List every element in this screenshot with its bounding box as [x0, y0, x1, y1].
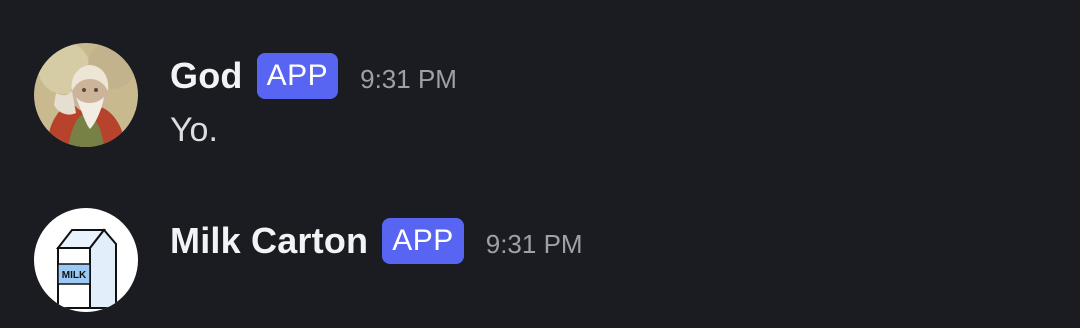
username[interactable]: God	[170, 54, 243, 98]
app-badge: APP	[256, 53, 339, 99]
milk-label: MILK	[62, 270, 87, 281]
message-list: God APP 9:31 PM Yo. MILK Milk Carton APP…	[0, 0, 1080, 312]
message-item: MILK Milk Carton APP 9:31 PM	[0, 208, 1080, 328]
milk-carton-avatar-image: MILK	[34, 208, 138, 312]
message-header: Milk Carton APP 9:31 PM	[170, 216, 583, 266]
message-content: Yo.	[170, 111, 218, 149]
message-item: God APP 9:31 PM Yo.	[0, 43, 1080, 163]
timestamp[interactable]: 9:31 PM	[360, 57, 457, 101]
avatar-god[interactable]	[34, 43, 138, 147]
avatar-milk-carton[interactable]: MILK	[34, 208, 138, 312]
timestamp[interactable]: 9:31 PM	[486, 222, 583, 266]
god-avatar-image	[34, 43, 138, 147]
app-badge: APP	[382, 218, 464, 264]
username[interactable]: Milk Carton	[170, 219, 368, 263]
message-header: God APP 9:31 PM	[170, 51, 457, 101]
